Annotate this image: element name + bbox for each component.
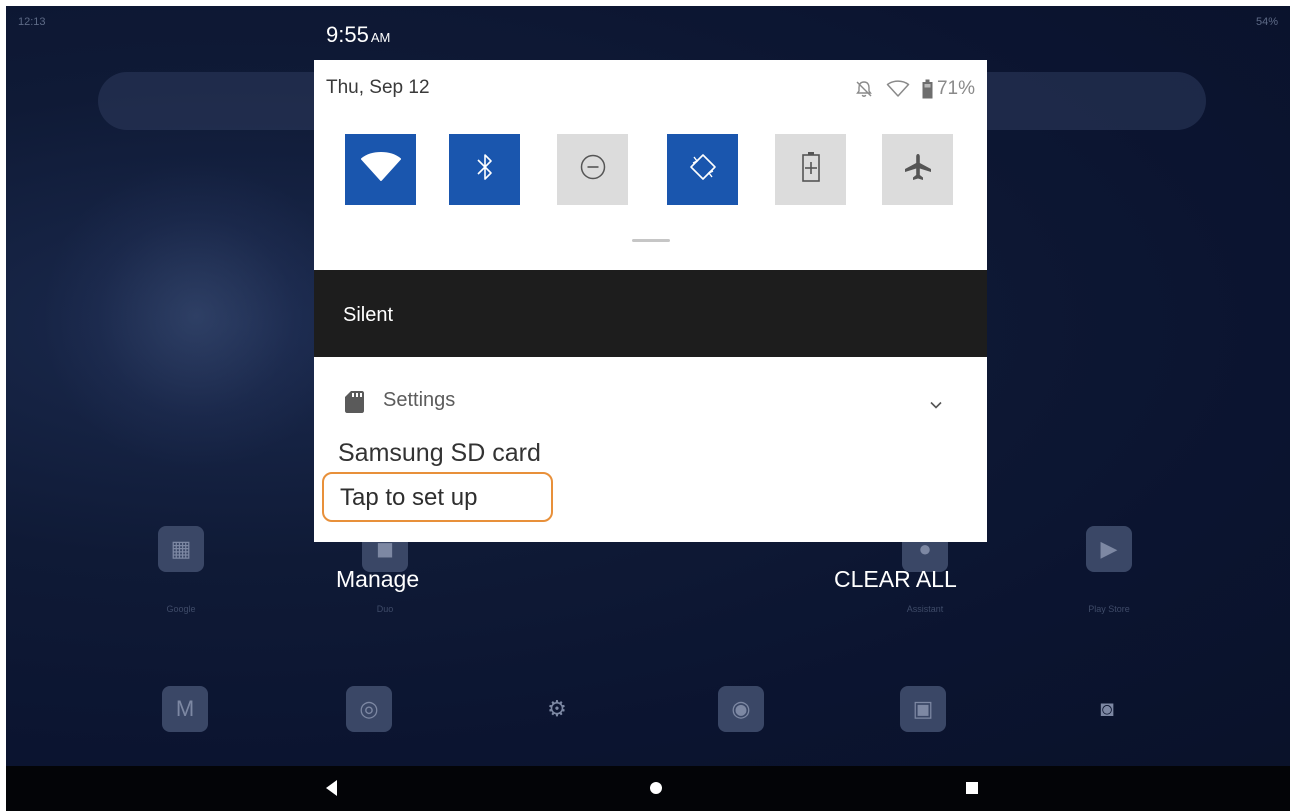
home-status-battery: 54% [1255,16,1278,28]
gmail-icon: M [162,686,208,732]
home-app-label-play-store: Play Store [1088,604,1130,614]
settings-gear-icon: ⚙ [547,696,567,721]
shade-clock-ampm: AM [370,30,391,45]
airplane-icon [902,151,934,188]
battery-saver-icon [801,151,821,188]
shade-clock: 9:55 AM [326,22,390,48]
do-not-disturb-icon [579,153,607,186]
quick-settings-panel: Thu, Sep 12 71% [314,60,987,270]
recents-button[interactable] [966,782,978,794]
play-store-icon: ▶ [1086,526,1132,572]
google-folder-icon: ▦ [158,526,204,572]
shade-drag-handle[interactable] [632,239,670,242]
wifi-icon [360,152,402,187]
navigation-bar [6,766,1290,811]
tile-bluetooth[interactable] [449,134,520,205]
manage-button[interactable]: Manage [336,566,419,593]
home-app-label-duo: Duo [376,604,394,614]
youtube-music-icon: ◉ [718,686,764,732]
notification-card[interactable]: Settings Samsung SD card Tap to set up [314,357,987,542]
notification-app-name: Settings [383,389,456,411]
battery-icon [922,79,933,99]
battery-percent: 71% [936,78,975,99]
gallery-icon: ▣ [900,686,946,732]
chrome-icon: ◎ [346,686,392,732]
auto-rotate-icon [688,152,718,187]
notification-action-highlight[interactable]: Tap to set up [322,472,553,522]
clear-all-button[interactable]: CLEAR ALL [834,566,957,593]
home-status-time: 12:13 [18,16,46,28]
tile-do-not-disturb[interactable] [557,134,628,205]
camera-icon: ◙ [1100,696,1114,721]
battery-indicator: 71% [922,78,975,100]
bluetooth-icon [474,151,496,188]
home-app-label-assistant: Assistant [906,604,944,614]
home-button[interactable] [650,782,662,794]
wifi-icon [886,80,910,98]
shade-date[interactable]: Thu, Sep 12 [326,77,430,99]
notification-title: Samsung SD card [338,439,541,467]
wallpaper-flower [46,156,346,476]
tile-auto-rotate[interactable] [667,134,738,205]
tile-battery-saver[interactable] [775,134,846,205]
back-button[interactable] [326,780,337,796]
tile-airplane-mode[interactable] [882,134,953,205]
shade-status-icons: 71% [854,78,975,100]
quick-settings-tiles [345,134,965,206]
home-app-label-google: Google [166,604,196,614]
bell-off-icon [854,79,874,99]
chevron-down-icon[interactable] [926,395,946,415]
silent-section-label: Silent [343,304,394,326]
shade-clock-time: 9:55 [326,22,369,47]
silent-section-header: Silent [314,270,987,357]
tile-wifi[interactable] [345,134,416,205]
sd-card-icon [345,391,364,413]
notification-text[interactable]: Tap to set up [340,484,477,512]
